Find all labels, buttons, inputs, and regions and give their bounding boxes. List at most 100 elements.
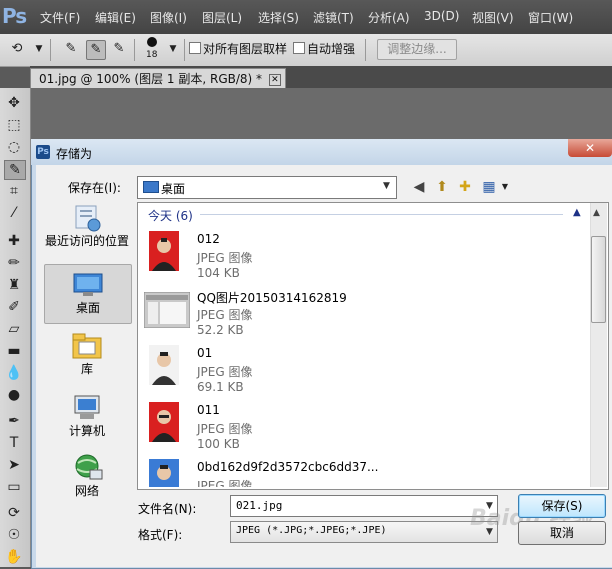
marquee-tool-icon[interactable]: ⬚ [4, 116, 24, 134]
gradient-tool-icon[interactable]: ▬ [4, 342, 24, 360]
save-in-label: 保存在(I): [68, 181, 121, 195]
filename-label: 文件名(N): [138, 502, 197, 516]
file-size: 69.1 KB [197, 380, 244, 394]
document-tab[interactable]: 01.jpg @ 100% (图层 1 副本, RGB/8) * ✕ [30, 68, 286, 89]
auto-enhance-checkbox[interactable] [293, 42, 305, 54]
file-type: JPEG 图像 [197, 479, 253, 487]
3d-orbit-tool-icon[interactable]: ☉ [4, 526, 24, 544]
file-size: 52.2 KB [197, 323, 244, 337]
brush-picker-dropdown-icon[interactable]: ▼ [164, 40, 182, 58]
filename-value[interactable]: 021.jpg [236, 499, 282, 512]
quick-selection-tool-icon[interactable]: ⟲ [8, 40, 26, 58]
back-icon[interactable]: ◀ [410, 178, 428, 196]
cancel-button[interactable]: 取消 [518, 521, 606, 545]
menu-window[interactable]: 窗口(W) [528, 9, 573, 26]
file-name: QQ图片20150314162819 [197, 291, 347, 305]
file-thumbnail [287, 230, 317, 270]
menu-image[interactable]: 图像(I) [150, 9, 187, 26]
file-name: 01 [197, 346, 213, 360]
place-label: 计算机 [68, 424, 105, 438]
scrollbar-thumb[interactable] [591, 236, 606, 323]
shape-tool-icon[interactable]: ▭ [4, 478, 24, 496]
sample-all-layers-label: 对所有图层取样 [203, 42, 288, 56]
path-selection-tool-icon[interactable]: ➤ [4, 456, 24, 474]
place-libraries[interactable]: 库 [44, 330, 130, 382]
dialog-title-bar[interactable] [31, 139, 612, 165]
lasso-tool-icon[interactable]: ◌ [4, 138, 24, 156]
place-label: 库 [80, 362, 93, 376]
up-folder-icon[interactable]: ⬆ [433, 178, 451, 196]
hand-tool-icon[interactable]: ✋ [4, 548, 24, 566]
3d-rotate-tool-icon[interactable]: ⟳ [4, 504, 24, 522]
move-tool-icon[interactable]: ✥ [4, 94, 24, 112]
place-network[interactable]: 网络 [44, 452, 130, 504]
file-size: 104 KB [197, 266, 240, 280]
save-button[interactable]: 保存(S) [518, 494, 606, 518]
group-header-divider [200, 214, 563, 215]
view-dropdown-icon[interactable]: ▼ [496, 178, 514, 196]
pen-tool-icon[interactable]: ✒ [4, 412, 24, 430]
brush-preview-icon[interactable] [147, 37, 157, 47]
place-desktop[interactable]: 桌面 [44, 264, 132, 324]
divider [50, 39, 51, 61]
dialog-title: 存储为 [56, 147, 93, 161]
file-name: 0bd162d9f2d3572cbc6dd37... [197, 460, 379, 474]
photoshop-app-icon: Ps [36, 145, 50, 159]
healing-brush-tool-icon[interactable]: ✚ [4, 232, 24, 250]
file-type: JPEG 图像 [197, 251, 253, 265]
place-label: 网络 [74, 484, 99, 498]
format-label: 格式(F): [138, 528, 183, 542]
document-tab-title: 01.jpg @ 100% (图层 1 副本, RGB/8) * [39, 72, 263, 86]
menu-view[interactable]: 视图(V) [472, 9, 514, 26]
dodge-tool-icon[interactable]: ● [4, 386, 24, 404]
eraser-tool-icon[interactable]: ▱ [4, 320, 24, 338]
brush-tool-icon[interactable]: ✏ [4, 254, 24, 272]
toolbox: ✥ ⬚ ◌ ✎ ⌗ ⁄ ✚ ✏ ♜ ✐ ▱ ▬ 💧 ● ✒ T ➤ ▭ ⟳ ☉ … [0, 88, 31, 567]
menu-filter[interactable]: 滤镜(T) [313, 9, 354, 26]
file-type: JPEG 图像 [197, 422, 253, 436]
file-type: JPEG 图像 [197, 308, 253, 322]
menu-analysis[interactable]: 分析(A) [368, 9, 410, 26]
network-icon [75, 454, 103, 480]
photoshop-logo: Ps [2, 4, 27, 28]
type-tool-icon[interactable]: T [4, 434, 24, 452]
place-recent-locations[interactable]: 最近访问的位置 [44, 204, 130, 258]
portrait-red-thumbnail [149, 231, 179, 271]
eyedropper-tool-icon[interactable]: ⁄ [4, 204, 24, 222]
menu-3d[interactable]: 3D(D) [424, 9, 459, 23]
group-header-label: 今天 (6) [148, 209, 193, 223]
sample-all-layers-checkbox[interactable] [189, 42, 201, 54]
blur-tool-icon[interactable]: 💧 [4, 364, 24, 382]
desktop-folder-icon [143, 181, 159, 193]
menu-edit[interactable]: 编辑(E) [95, 9, 136, 26]
new-folder-icon[interactable]: ✚ [456, 178, 474, 196]
dialog-close-button[interactable]: ✕ [568, 139, 612, 157]
menu-file[interactable]: 文件(F) [40, 9, 80, 26]
add-to-selection-icon[interactable]: ✎ [86, 40, 106, 60]
subtract-from-selection-icon[interactable]: ✎ [110, 40, 128, 58]
close-tab-icon[interactable]: ✕ [268, 73, 281, 86]
place-label: 桌面 [75, 301, 100, 315]
refine-edge-button[interactable]: 调整边缘... [377, 39, 457, 60]
libraries-icon [72, 333, 102, 359]
collapse-chevron-icon[interactable]: ▲ [573, 207, 581, 218]
crop-tool-icon[interactable]: ⌗ [4, 182, 24, 200]
divider [365, 39, 366, 61]
format-value: JPEG (*.JPG;*.JPEG;*.JPE) [236, 525, 387, 536]
quick-selection-tool-icon[interactable]: ✎ [4, 160, 26, 180]
menu-layer[interactable]: 图层(L) [202, 9, 242, 26]
tool-preset-dropdown-icon[interactable]: ▼ [30, 40, 48, 58]
place-computer[interactable]: 计算机 [44, 392, 130, 444]
chevron-down-icon[interactable]: ▼ [383, 181, 390, 191]
divider [184, 39, 185, 61]
file-type: JPEG 图像 [197, 365, 253, 379]
portrait-blue-thumbnail [149, 459, 179, 487]
brush-size: 18 [146, 50, 158, 60]
history-brush-tool-icon[interactable]: ✐ [4, 298, 24, 316]
menu-select[interactable]: 选择(S) [258, 9, 299, 26]
place-label: 最近访问的位置 [44, 234, 129, 248]
computer-icon [74, 395, 100, 419]
clone-stamp-tool-icon[interactable]: ♜ [4, 276, 24, 294]
new-selection-icon[interactable]: ✎ [62, 40, 80, 58]
scroll-up-icon[interactable]: ▲ [593, 208, 600, 218]
